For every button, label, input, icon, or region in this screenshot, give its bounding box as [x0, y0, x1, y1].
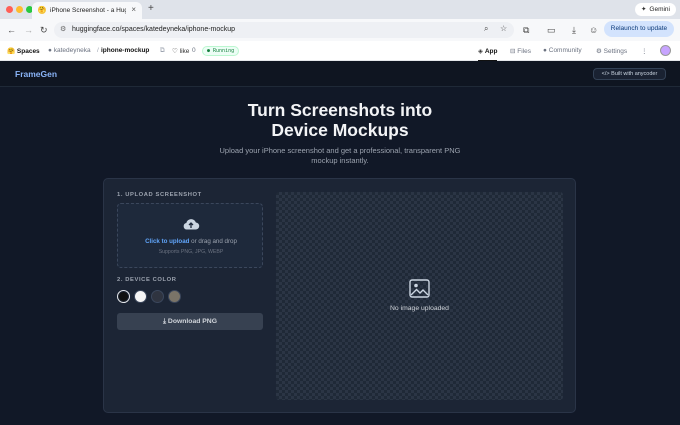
close-window-button[interactable]	[6, 6, 13, 13]
app-tab-icon: ◈	[478, 48, 483, 55]
brand-logo: FrameGen	[13, 69, 57, 79]
spaces-label: Spaces	[16, 48, 40, 55]
back-arrow-icon[interactable]: ←	[7, 24, 16, 36]
app-topbar: FrameGen </> Built with anycoder	[0, 61, 680, 87]
tab-close-icon[interactable]: ×	[131, 5, 136, 14]
huggingface-favicon-icon: 🤗	[38, 6, 46, 14]
copy-repo-icon[interactable]: ⧉	[160, 47, 165, 55]
relaunch-to-update-button[interactable]: Relaunch to update	[604, 21, 674, 37]
browser-tab-strip: 🤗 iPhone Screenshot - a Hugg × + ✦ Gemini	[0, 0, 680, 19]
spaces-logo-icon: 🤗	[7, 48, 16, 55]
mockup-preview-area: No image uploaded	[276, 192, 563, 400]
tab-app-label: App	[484, 48, 498, 55]
color-swatch[interactable]	[117, 290, 130, 303]
files-tab-icon: ⊟	[510, 48, 516, 55]
site-info-icon[interactable]: ⚙	[60, 25, 66, 33]
owner-name: katedeyneka	[53, 47, 91, 54]
settings-gear-icon: ⚙	[596, 48, 602, 55]
hero-subtitle-line1: Upload your iPhone screenshot and get a …	[219, 146, 461, 155]
no-image-text: No image uploaded	[390, 305, 449, 312]
upload-section-label: 1. UPLOAD SCREENSHOT	[117, 192, 202, 198]
tab-settings-label: Settings	[603, 48, 628, 55]
owner-avatar-icon: ●	[48, 47, 52, 54]
tab-title: iPhone Screenshot - a Hugg	[50, 7, 126, 14]
url-text: huggingface.co/spaces/katedeyneka/iphone…	[72, 26, 236, 33]
zoom-search-icon[interactable]: ⌕	[484, 24, 488, 34]
user-avatar[interactable]	[660, 45, 671, 56]
cast-icon[interactable]: ▭	[547, 24, 556, 36]
drag-drop-text: or drag and drop	[189, 238, 237, 245]
built-with-label: Built with anycoder	[611, 71, 658, 77]
hero-title-line1: Turn Screenshots into	[247, 100, 433, 120]
supported-formats-text: Supports PNG, JPG, WEBP	[158, 249, 224, 255]
new-tab-button[interactable]: +	[148, 3, 154, 14]
hero-title-line2: Device Mockups	[271, 120, 409, 140]
download-icon: ⤓	[163, 318, 167, 325]
gemini-label: Gemini	[649, 6, 670, 13]
upload-instructions: Click to upload or drag and drop	[118, 238, 264, 245]
hero-subtitle-line2: mockup instantly.	[311, 156, 369, 165]
extensions-puzzle-icon[interactable]: ⧉	[523, 24, 529, 36]
gemini-button[interactable]: ✦ Gemini	[634, 3, 676, 16]
forward-arrow-icon[interactable]: →	[24, 24, 33, 36]
code-brackets-icon: </>	[601, 71, 610, 77]
brand-name: FrameGen	[15, 69, 58, 79]
gemini-sparkle-icon: ✦	[640, 6, 647, 13]
like-count: 0	[192, 47, 196, 54]
status-badge: ● Running	[202, 46, 240, 56]
color-swatch[interactable]	[134, 290, 147, 303]
download-label: Download PNG	[167, 318, 217, 325]
cloud-upload-icon	[183, 219, 200, 230]
tab-files[interactable]: ⊟ Files	[510, 47, 531, 55]
more-options-icon[interactable]: ⋮	[641, 47, 648, 55]
tab-app[interactable]: ◈ App	[478, 47, 498, 62]
tab-community-label: Community	[548, 47, 582, 54]
app-container: FrameGen </> Built with anycoder Turn Sc…	[0, 61, 680, 425]
bookmark-star-icon[interactable]: ☆	[500, 24, 507, 33]
download-png-button[interactable]: ⤓ Download PNG	[117, 313, 263, 330]
click-to-upload-link[interactable]: Click to upload	[145, 238, 189, 245]
owner-link[interactable]: ● katedeyneka	[48, 47, 91, 54]
heart-icon: ♡	[172, 48, 178, 55]
like-label: like	[179, 48, 190, 55]
tab-community[interactable]: ● Community	[543, 47, 582, 54]
huggingface-space-header: 🤗 Spaces ● katedeyneka / iphone-mockup ⧉…	[0, 41, 680, 62]
browser-tab[interactable]: 🤗 iPhone Screenshot - a Hugg ×	[32, 2, 142, 19]
upload-dropzone[interactable]: Click to upload or drag and drop Support…	[117, 203, 263, 268]
reload-icon[interactable]: ↻	[40, 24, 48, 36]
repo-name[interactable]: iphone-mockup	[101, 47, 149, 54]
minimize-window-button[interactable]	[16, 6, 23, 13]
device-color-section-label: 2. DEVICE COLOR	[117, 277, 177, 283]
status-text: Running	[213, 48, 235, 54]
profile-avatar-icon[interactable]: ☺	[589, 24, 598, 36]
built-with-anycoder-button[interactable]: </> Built with anycoder	[593, 68, 666, 80]
color-swatch[interactable]	[168, 290, 181, 303]
mockup-card: 1. UPLOAD SCREENSHOT Click to upload or …	[103, 178, 576, 413]
like-button[interactable]: ♡ like	[172, 47, 189, 55]
community-tab-icon: ●	[543, 47, 547, 54]
address-bar[interactable]: ⚙ huggingface.co/spaces/katedeyneka/ipho…	[54, 22, 514, 38]
spaces-link[interactable]: 🤗 Spaces	[7, 47, 40, 55]
color-swatch[interactable]	[151, 290, 164, 303]
tab-settings[interactable]: ⚙ Settings	[596, 47, 627, 55]
tab-files-label: Files	[517, 48, 531, 55]
browser-toolbar: ← → ↻ ⚙ huggingface.co/spaces/katedeynek…	[0, 19, 680, 41]
path-separator: /	[97, 47, 99, 54]
image-placeholder-icon	[409, 279, 430, 298]
download-icon[interactable]: ⤓	[572, 24, 576, 36]
